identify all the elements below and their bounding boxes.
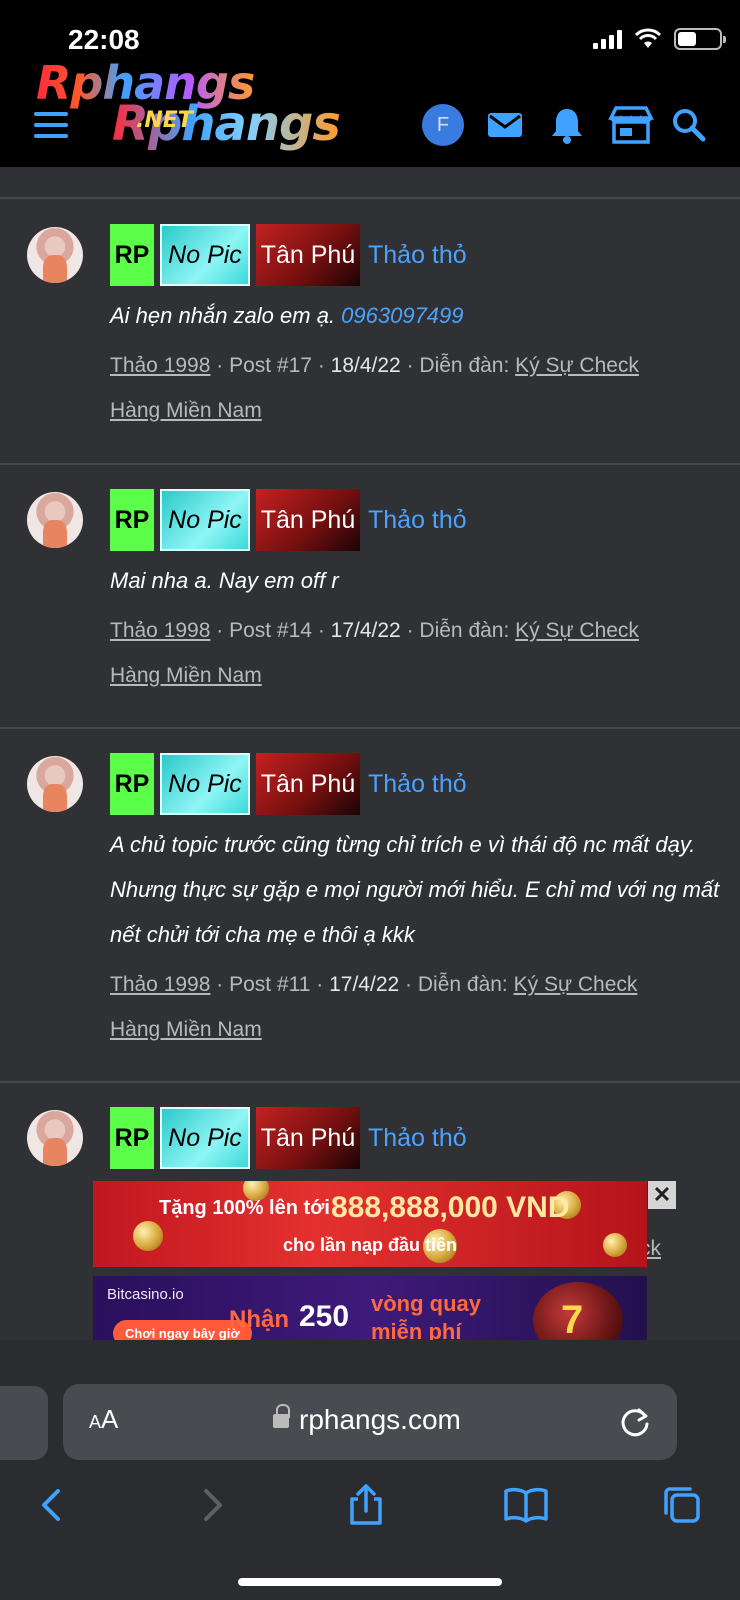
divider — [0, 197, 740, 199]
bookmarks-icon[interactable] — [502, 1483, 550, 1527]
forum-link[interactable]: Ký Sự Check — [515, 354, 639, 377]
post-meta: Thảo 1998 · Post #11 · 17/4/22 · Diễn đà… — [110, 973, 638, 1041]
ad-banner-bonus[interactable]: Tặng 100% lên tới 888,888,000 VND cho lầ… — [93, 1181, 647, 1267]
author-link[interactable]: Thảo 1998 — [110, 354, 210, 377]
post-meta: Thảo 1998 · Post #14 · 17/4/22 · Diễn đà… — [110, 619, 639, 687]
home-indicator[interactable] — [238, 1578, 502, 1586]
post-snippet: Mai nha a. Nay em off r — [110, 568, 339, 593]
forum-link[interactable]: Ký Sự Check — [515, 619, 639, 642]
post-badges: RP No Pic Tân Phú Thảo thỏ — [110, 1106, 467, 1170]
close-ad-button[interactable]: ✕ — [648, 1181, 676, 1209]
reader-settings-button[interactable]: AA — [89, 1404, 118, 1435]
author-link[interactable]: Thảo 1998 — [110, 973, 210, 996]
post-badges: RP No Pic Tân Phú Thảo thỏ — [110, 752, 467, 816]
badge-no-pic: No Pic — [160, 489, 250, 551]
divider — [0, 1081, 740, 1083]
thread-title-link[interactable]: Thảo thỏ — [368, 770, 467, 799]
phone-link[interactable]: 0963097499 — [341, 303, 463, 328]
forum-link[interactable]: Hàng Miền Nam — [110, 664, 262, 687]
author-link[interactable]: Thảo 1998 — [110, 619, 210, 642]
poster-avatar[interactable] — [27, 492, 83, 548]
search-icon[interactable] — [670, 104, 708, 146]
badge-district: Tân Phú — [256, 1107, 360, 1169]
badge-district: Tân Phú — [256, 489, 360, 551]
badge-no-pic: No Pic — [160, 753, 250, 815]
mail-icon[interactable] — [484, 104, 526, 146]
tabs-icon[interactable] — [660, 1483, 704, 1527]
top-header: 22:08 Rphangs Rphangs .NET F — [0, 0, 740, 167]
wifi-icon — [634, 28, 662, 48]
forum-link[interactable]: Hàng Miền Nam — [110, 399, 262, 422]
status-time: 22:08 — [68, 24, 140, 55]
post-badges: RP No Pic Tân Phú Thảo thỏ — [110, 488, 467, 552]
store-icon[interactable] — [606, 104, 656, 146]
thread-title-link[interactable]: Thảo thỏ — [368, 241, 467, 270]
reload-icon[interactable] — [615, 1402, 655, 1442]
badge-district: Tân Phú — [256, 753, 360, 815]
post-snippet: A chủ topic trước cũng từng chỉ trích e … — [110, 832, 720, 947]
badge-rp: RP — [110, 224, 154, 286]
poster-avatar[interactable] — [27, 1110, 83, 1166]
battery-icon — [674, 28, 726, 50]
forum-link[interactable]: Hàng Miền Nam — [110, 1018, 262, 1041]
post-meta: Thảo 1998 · Post #17 · 18/4/22 · Diễn đà… — [110, 354, 639, 422]
lock-icon — [273, 1404, 290, 1430]
badge-district: Tân Phú — [256, 224, 360, 286]
post-snippet: Ai hẹn nhắn zalo em ạ. 0963097499 — [110, 303, 464, 328]
bell-icon[interactable] — [546, 104, 588, 146]
user-avatar[interactable]: F — [422, 104, 464, 146]
badge-rp: RP — [110, 489, 154, 551]
thread-title-link[interactable]: Thảo thỏ — [368, 1124, 467, 1153]
badge-rp: RP — [110, 753, 154, 815]
divider — [0, 463, 740, 465]
url-display[interactable]: rphangs.com — [273, 1404, 461, 1436]
badge-no-pic: No Pic — [160, 224, 250, 286]
address-bar[interactable]: AA rphangs.com — [63, 1384, 677, 1460]
forward-icon[interactable] — [190, 1483, 234, 1527]
site-logo[interactable]: Rphangs Rphangs .NET — [36, 56, 366, 156]
poster-avatar[interactable] — [27, 227, 83, 283]
share-icon[interactable] — [344, 1483, 388, 1527]
post-badges: RP No Pic Tân Phú Thảo thỏ — [110, 223, 467, 287]
thread-title-link[interactable]: Thảo thỏ — [368, 506, 467, 535]
browser-toolbar — [0, 1340, 740, 1600]
badge-no-pic: No Pic — [160, 1107, 250, 1169]
divider — [0, 727, 740, 729]
poster-avatar[interactable] — [27, 756, 83, 812]
previous-tab-preview[interactable] — [0, 1386, 48, 1460]
signal-icon — [593, 29, 622, 49]
status-icons — [593, 28, 726, 50]
badge-rp: RP — [110, 1107, 154, 1169]
forum-link[interactable]: Ký Sự Check — [514, 973, 638, 996]
back-icon[interactable] — [30, 1483, 74, 1527]
